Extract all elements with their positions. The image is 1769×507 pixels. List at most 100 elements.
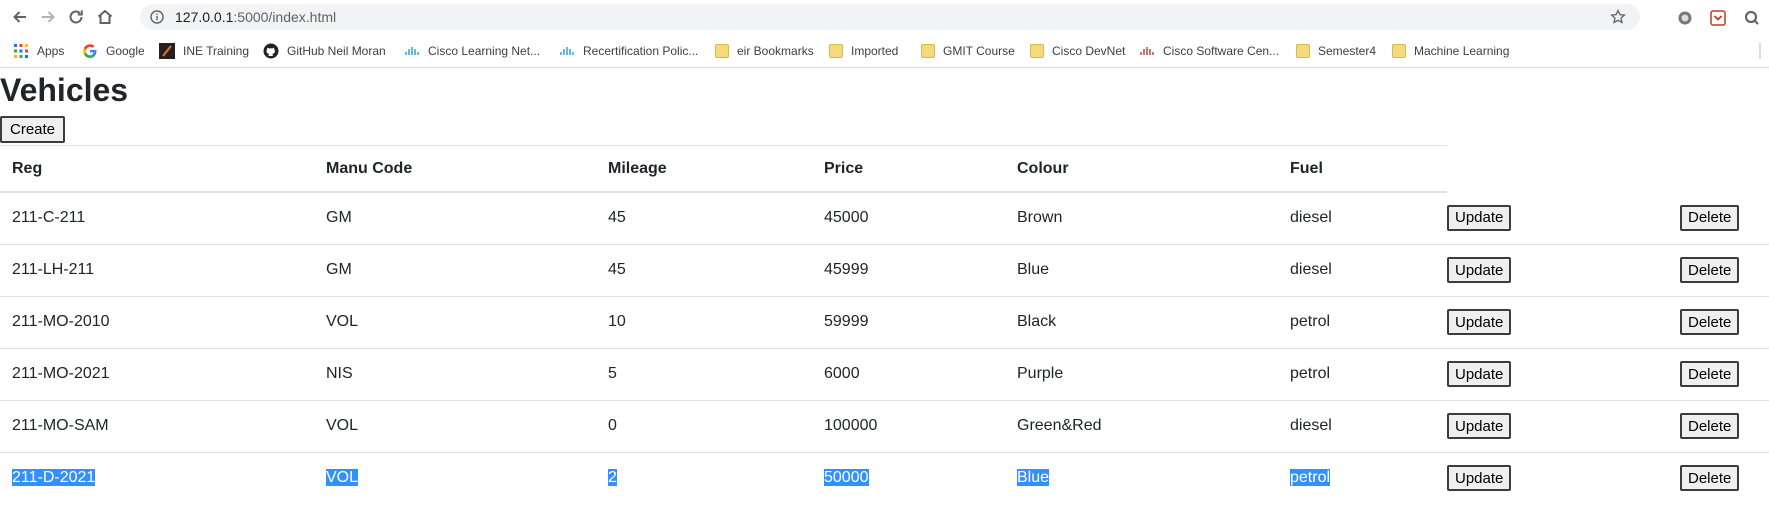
bookmarks-overflow-divider: [1759, 43, 1761, 59]
bookmark-star-icon[interactable]: [1610, 9, 1626, 25]
cell-colour-text: Green&Red: [1017, 417, 1102, 434]
update-button[interactable]: Update: [1447, 465, 1512, 492]
bookmark-devnet[interactable]: Cisco DevNet: [1030, 42, 1125, 60]
url-text[interactable]: 127.0.0.1:5000/index.html: [175, 9, 336, 25]
bookmark-label: Apps: [37, 44, 65, 58]
cell-price-text: 59999: [824, 313, 869, 330]
site-info-icon[interactable]: [150, 10, 164, 24]
create-button[interactable]: Create: [0, 116, 66, 143]
column-header-manu-code: Manu Code: [314, 146, 596, 193]
update-button[interactable]: Update: [1447, 257, 1512, 283]
table-row: 211-MO-2010 VOL 10 59999 Black petrol Update De…: [0, 296, 1769, 349]
delete-button[interactable]: Delete: [1680, 465, 1740, 492]
bookmark-semester4[interactable]: Semester4: [1296, 42, 1376, 60]
cell-fuel: petrol: [1278, 296, 1447, 349]
cell-colour: Blue: [1005, 244, 1278, 297]
bookmark-recertification[interactable]: Recertification Polic...: [559, 42, 698, 60]
home-button[interactable]: [93, 5, 117, 29]
url-host: 127.0.0.1: [175, 9, 234, 25]
bookmark-label: eir Bookmarks: [737, 44, 814, 58]
cell-reg: 211-MO-SAM: [0, 400, 314, 453]
cisco-icon: [560, 47, 574, 55]
bookmark-apps[interactable]: Apps: [13, 42, 64, 60]
page-title: Vehicles: [0, 72, 129, 108]
delete-button[interactable]: Delete: [1680, 309, 1740, 335]
cell-colour-text: Purple: [1017, 365, 1064, 382]
cell-fuel-text: diesel: [1290, 261, 1332, 278]
update-button[interactable]: Update: [1447, 413, 1512, 439]
cell-update: Update: [1447, 244, 1680, 297]
cell-fuel: diesel: [1278, 400, 1447, 453]
cell-reg: 211-MO-2021: [0, 348, 314, 401]
bookmark-label: GitHub Neil Moran: [287, 44, 386, 58]
cell-manu-code: GM: [314, 244, 596, 297]
table-row: 211-D-2021 VOL 2 50000 Blue petrol Update Delet…: [0, 452, 1769, 504]
back-button[interactable]: [8, 5, 32, 29]
table-row: 211-LH-211 GM 45 45999 Blue diesel Update Delet…: [0, 244, 1769, 297]
cell-mileage: 5: [596, 348, 812, 401]
cell-reg-text: 211-C-211: [12, 209, 86, 227]
column-header-delete: [1680, 146, 1769, 192]
bookmarks-bar: Apps Google INE Training GitHub Neil Mor…: [0, 34, 1769, 68]
cell-delete: Delete: [1680, 452, 1769, 504]
cell-manu-code: GM: [314, 192, 596, 245]
cell-fuel-text: petrol: [1290, 469, 1331, 487]
cell-manu-code: VOL: [314, 400, 596, 453]
delete-button[interactable]: Delete: [1680, 413, 1740, 439]
column-header-colour: Colour: [1005, 146, 1278, 193]
back-arrow-icon: [13, 11, 26, 23]
update-button[interactable]: Update: [1447, 309, 1512, 335]
forward-arrow-icon: [42, 11, 55, 23]
cell-price-text: 45000: [824, 209, 869, 227]
bookmark-google[interactable]: Google: [82, 42, 145, 60]
bookmark-ine-training[interactable]: INE Training: [159, 42, 249, 60]
bookmark-cisco-learning[interactable]: Cisco Learning Net...: [404, 42, 540, 60]
folder-icon: [715, 44, 729, 58]
cell-price-text: 100000: [824, 417, 878, 434]
delete-button[interactable]: Delete: [1680, 257, 1740, 283]
cisco-icon: [1140, 47, 1154, 55]
reload-icon: [69, 10, 83, 24]
cell-colour-text: Blue: [1017, 261, 1050, 278]
extension-circle-icon[interactable]: [1677, 10, 1693, 26]
delete-button[interactable]: Delete: [1680, 204, 1740, 231]
bookmark-github[interactable]: GitHub Neil Moran: [263, 42, 386, 60]
bookmark-gmit[interactable]: GMIT Course: [921, 42, 1015, 60]
delete-button[interactable]: Delete: [1680, 361, 1740, 387]
cell-update: Update: [1447, 452, 1680, 504]
extension-search-icon[interactable]: [1744, 10, 1760, 26]
bookmark-label: GMIT Course: [943, 44, 1015, 58]
reload-button[interactable]: [64, 5, 88, 29]
cell-mileage: 10: [596, 296, 812, 349]
cell-mileage-text: 5: [608, 365, 617, 382]
cell-fuel-text: diesel: [1290, 417, 1332, 434]
bookmark-label: Recertification Polic...: [583, 44, 699, 58]
bookmark-machine-learning[interactable]: Machine Learning: [1392, 42, 1509, 60]
bookmark-imported[interactable]: Imported: [829, 42, 898, 60]
cell-mileage-text: 0: [608, 417, 617, 434]
folder-icon: [829, 44, 843, 58]
google-icon: [83, 44, 97, 58]
cell-reg: 211-D-2021: [0, 452, 314, 504]
cell-price-text: 6000: [824, 365, 860, 382]
cell-mileage-text: 45: [608, 209, 626, 227]
update-button[interactable]: Update: [1447, 204, 1512, 231]
cell-update: Update: [1447, 192, 1680, 245]
folder-icon: [921, 44, 935, 58]
column-header-update: [1447, 146, 1680, 192]
cisco-icon: [405, 47, 419, 55]
cell-mileage: 2: [596, 452, 812, 504]
column-header-reg: Reg: [0, 146, 314, 193]
address-bar[interactable]: 127.0.0.1:5000/index.html: [140, 4, 1640, 30]
table-row: 211-MO-SAM VOL 0 100000 Green&Red diesel Updat…: [0, 400, 1769, 453]
cell-colour-text: Blue: [1017, 469, 1050, 487]
bookmark-eir[interactable]: eir Bookmarks: [715, 42, 814, 60]
bookmark-label: INE Training: [183, 44, 250, 58]
update-button[interactable]: Update: [1447, 361, 1512, 387]
bookmark-cisco-software[interactable]: Cisco Software Cen...: [1139, 42, 1279, 60]
cell-manu-code-text: GM: [326, 261, 352, 278]
cell-manu-code: VOL: [314, 296, 596, 349]
forward-button[interactable]: [36, 5, 60, 29]
extension-pocket-icon[interactable]: [1710, 10, 1726, 26]
cell-colour: Brown: [1005, 192, 1278, 245]
